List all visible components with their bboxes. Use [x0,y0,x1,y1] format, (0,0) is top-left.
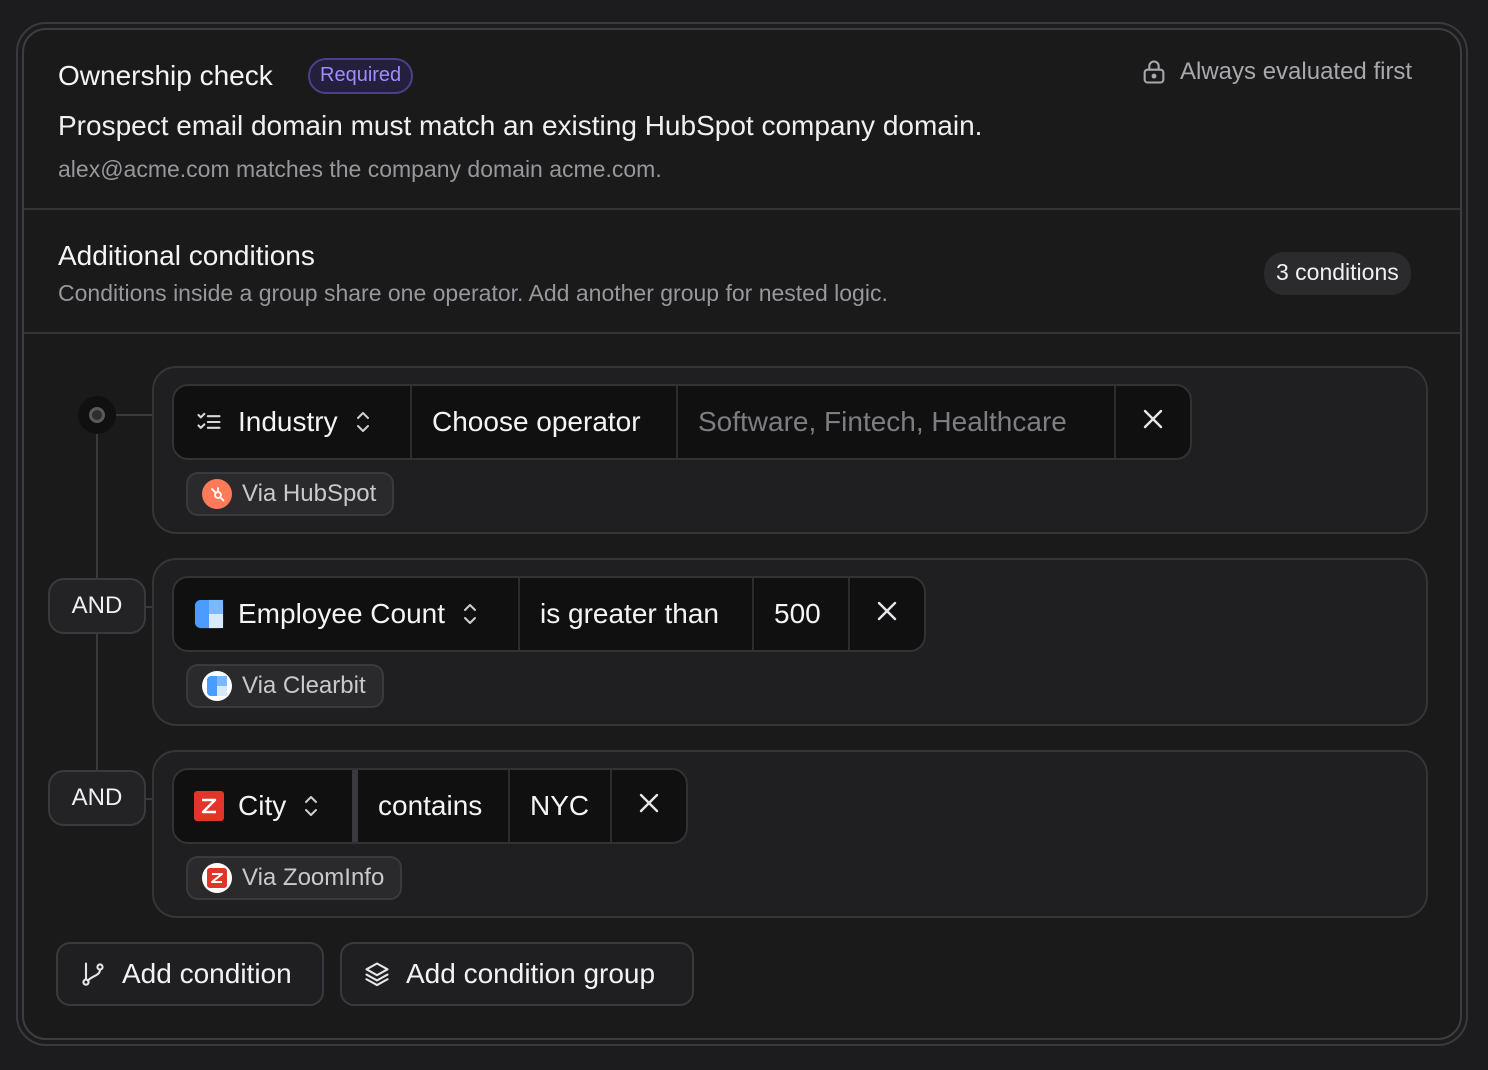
remove-condition-button[interactable] [850,578,924,650]
ownership-title: Ownership check [58,60,273,91]
condition-row: City contains NYC [172,768,688,844]
add-condition-label: Add condition [122,958,292,989]
git-branch-icon [78,959,108,989]
conditions-card: Ownership check Required Always evaluate… [22,28,1462,1040]
condition-group: City contains NYC Via ZoomInfo [152,750,1428,918]
source-badge-clearbit: Via Clearbit [186,664,384,708]
add-condition-button[interactable]: Add condition [56,942,324,1006]
required-badge: Required [308,58,414,94]
layers-icon [362,959,392,989]
source-label: Via Clearbit [242,672,366,699]
always-first-note: Always evaluated first [1180,58,1413,85]
close-icon [1141,406,1165,438]
close-icon [875,598,899,630]
hubspot-icon [202,479,232,509]
add-group-label: Add condition group [406,958,656,989]
source-label: Via ZoomInfo [242,864,385,891]
value-input[interactable]: NYC [510,770,612,842]
and-connector[interactable]: AND [48,770,146,826]
ownership-section: Ownership check Required Always evaluate… [24,30,1460,210]
source-badge-hubspot: Via HubSpot [186,472,395,516]
remove-condition-button[interactable] [1116,386,1190,458]
ownership-description: Prospect email domain must match an exis… [58,110,983,141]
operator-select[interactable]: is greater than [520,578,754,650]
condition-row: Employee Count is greater than 500 [172,576,926,652]
condition-group: Industry Choose operator Software, Finte… [152,366,1428,534]
additional-subtitle: Conditions inside a group share one oper… [58,280,888,306]
field-label: City [238,790,287,821]
chevron-updown-icon [300,793,322,819]
field-label: Employee Count [238,598,446,629]
clearbit-icon [194,599,224,629]
field-select-industry[interactable]: Industry [174,386,412,458]
add-condition-group-button[interactable]: Add condition group [340,942,694,1006]
ownership-example: alex@acme.com matches the company domain… [58,156,662,182]
chevron-updown-icon [352,409,374,435]
zoominfo-icon [202,863,232,893]
lock-icon [1140,58,1168,86]
condition-group: Employee Count is greater than 500 Via C… [152,558,1428,726]
source-label: Via HubSpot [242,480,377,507]
field-select-employee-count[interactable]: Employee Count [174,578,520,650]
field-select-city[interactable]: City [174,770,358,842]
additional-title: Additional conditions [58,240,315,271]
connector-branch [116,414,152,416]
close-icon [637,790,661,822]
additional-conditions-header: Additional conditions Conditions inside … [24,210,1460,334]
root-node [78,396,116,434]
value-input[interactable]: 500 [754,578,850,650]
operator-select[interactable]: Choose operator [412,386,678,458]
zoominfo-icon [194,791,224,821]
condition-row: Industry Choose operator Software, Finte… [172,384,1192,460]
chevron-updown-icon [459,601,481,627]
remove-condition-button[interactable] [612,770,686,842]
clearbit-icon [202,671,232,701]
value-input[interactable]: Software, Fintech, Healthcare [678,386,1116,458]
operator-select[interactable]: contains [358,770,510,842]
conditions-count-badge: 3 conditions [1264,252,1411,295]
field-label: Industry [238,406,338,437]
and-connector[interactable]: AND [48,578,146,634]
source-badge-zoominfo: Via ZoomInfo [186,856,403,900]
list-check-icon [194,407,224,437]
